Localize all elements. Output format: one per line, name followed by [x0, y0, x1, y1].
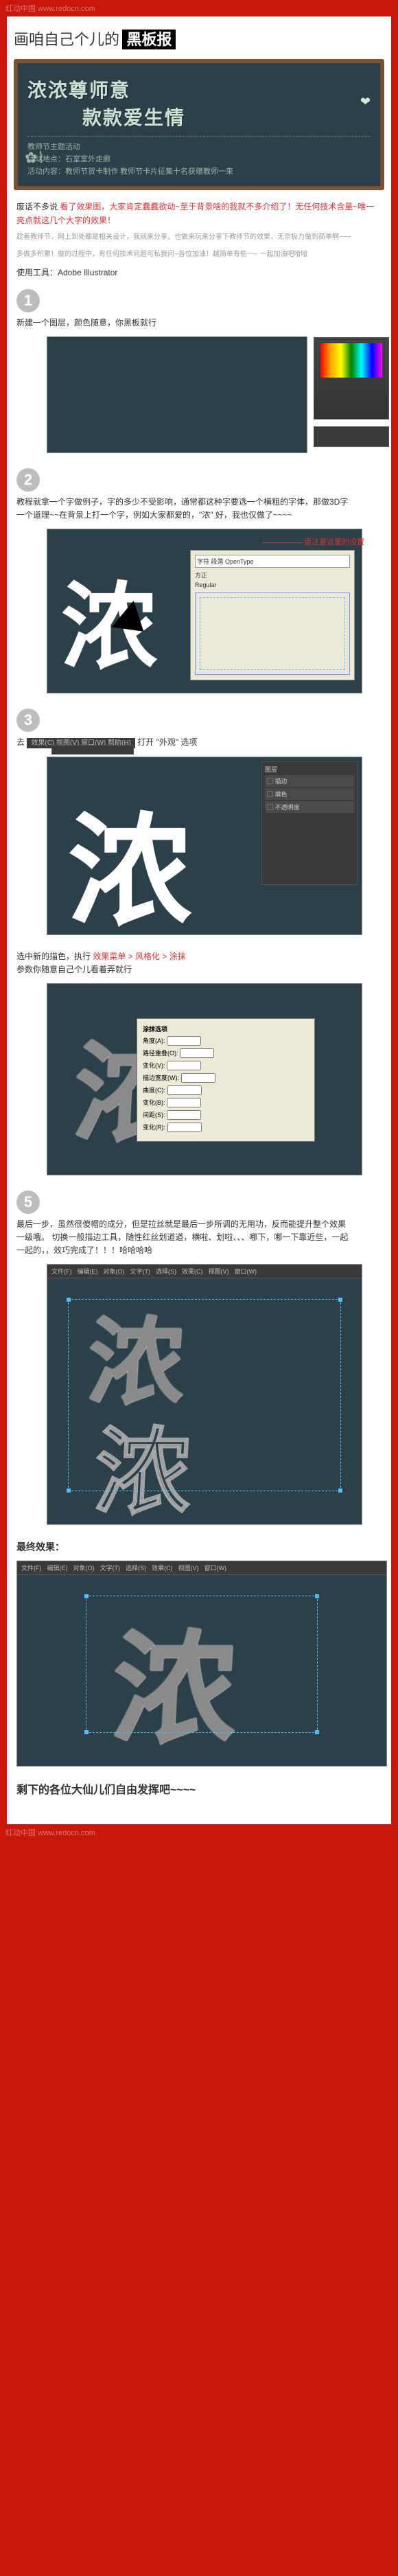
- app-menubar[interactable]: 文件(F)编辑(E)对象(O)文字(T)选择(S)效果(C)视图(V)窗口(W): [17, 1561, 386, 1575]
- intro-tiny2: 多做多积累！做的过程中，有任何技术问题可私我问~各位加油！越简单有些一~ 一起加…: [16, 249, 382, 260]
- big-character-sliced: 浓: [68, 771, 191, 950]
- layer-row[interactable]: ▢ 填色: [265, 788, 354, 800]
- step-number: 2: [16, 468, 40, 492]
- title-black: 黑板报: [122, 30, 176, 49]
- watermark-bottom: 红动中国 www.redocn.com: [0, 1824, 398, 1841]
- layers-title: 图层: [265, 765, 354, 774]
- field-stroke[interactable]: 描边宽度(W):: [143, 1073, 309, 1083]
- step-number: 1: [16, 289, 40, 312]
- intro-body1: 看了效果图，大家肯定蠢蠢欲动~至于背景啥的我就不多介绍了！无任何技术含量~唯一亮…: [16, 202, 374, 225]
- intro-lead: 废话不多说: [16, 202, 60, 211]
- app-menubar[interactable]: 文件(F)编辑(E)对象(O)文字(T)选择(S)效果(C)视图(V)窗口(W): [47, 1265, 362, 1278]
- s4-post: 参数你随意自己个儿看着弄就行: [16, 965, 132, 974]
- layer-row[interactable]: ▢ 描边: [265, 775, 354, 787]
- intro-paragraph: 废话不多说 看了效果图，大家肯定蠢蠢欲动~至于背景啥的我就不多介绍了！无任何技术…: [16, 200, 382, 228]
- step-number: 3: [16, 709, 40, 732]
- step-text: 教程就拿一个字做例子，字的多少不受影响，通常都这种字要选一个横粗的字体，那做3D…: [16, 492, 353, 522]
- screenshot-2: 浓 字符 段落 OpenType 方正 Regular 请注意这里的设置: [47, 529, 362, 693]
- watermark-top: 红动中国 www.redocn.com: [0, 0, 398, 16]
- selection-box: [200, 597, 345, 670]
- step-5: 5 最后一步，虽然很傻帽的成分，但是拉丝就是最后一步所调的无用功，反而能提升整个…: [16, 1191, 382, 1526]
- field-curve[interactable]: 曲度(C):: [143, 1085, 309, 1095]
- s4-path: 效果菜单 > 风格化 > 涂抹: [93, 952, 185, 961]
- step-3: 3 去 效果(C) 视图(V) 窗口(W) 帮助(H) 打开 "外观" 选项 浓…: [16, 709, 382, 934]
- flower-icon: ✿⌇: [25, 149, 45, 167]
- s4-pre: 选中新的描色，执行: [16, 952, 93, 961]
- layers-panel[interactable]: 图层 ▢ 描边 ▢ 填色 ▢ 不透明度: [261, 761, 358, 885]
- dialog-tabs[interactable]: 字符 段落 OpenType: [195, 555, 350, 568]
- selection-box: [68, 1299, 341, 1491]
- screenshot-4: 浓 涂抹选项 角度(A): 路径重叠(O): 变化(V): 描边宽度(W): 曲…: [47, 983, 362, 1175]
- popup-title: 涂抹选项: [143, 1024, 309, 1033]
- screenshot-3: 浓 图层 ▢ 描边 ▢ 填色 ▢ 不透明度: [47, 757, 362, 935]
- selection-box: [86, 1596, 318, 1733]
- ending-text: 剩下的各位大仙儿们自由发挥吧~~~~: [16, 1780, 382, 1797]
- swatch-panel: [314, 426, 389, 447]
- step3-go: 去: [16, 737, 25, 747]
- step-text: 最后一步，虽然很傻帽的成分，但是拉丝就是最后一步所调的无用功，反而能提升整个效果…: [16, 1214, 353, 1258]
- screenshot-5: 文件(F)编辑(E)对象(O)文字(T)选择(S)效果(C)视图(V)窗口(W)…: [47, 1264, 362, 1525]
- board-line2: 款款爱生情: [82, 103, 371, 130]
- final-label: 最终效果：: [16, 1540, 382, 1554]
- screenshot-1: [47, 336, 307, 453]
- scribble-dialog[interactable]: 涂抹选项 角度(A): 路径重叠(O): 变化(V): 描边宽度(W): 曲度(…: [137, 1018, 315, 1142]
- field-var3[interactable]: 变化(R):: [143, 1123, 309, 1132]
- field-var2[interactable]: 变化(B):: [143, 1098, 309, 1107]
- step3-after: 打开 "外观" 选项: [137, 737, 197, 747]
- board-info1: 活动地点：石室室外走廊: [27, 153, 371, 164]
- heart-icon: ❤: [360, 95, 371, 109]
- weight-row[interactable]: Regular: [195, 582, 350, 588]
- step-number: 5: [16, 1191, 40, 1214]
- step-2: 2 教程就拿一个字做例子，字的多少不受影响，通常都这种字要选一个横粗的字体，那做…: [16, 468, 382, 693]
- field-angle[interactable]: 角度(A):: [143, 1036, 309, 1046]
- chalkboard-hero: ✿⌇ ❤ 浓浓尊师意 款款爱生情 教师节主题活动 活动地点：石室室外走廊 活动内…: [14, 59, 384, 190]
- page-container: 画咱自己个儿的 黑板报 ✿⌇ ❤ 浓浓尊师意 款款爱生情 教师节主题活动 活动地…: [7, 16, 391, 1824]
- layer-row[interactable]: ▢ 不透明度: [265, 801, 354, 813]
- mini-panel: [51, 745, 134, 755]
- character-dialog[interactable]: 字符 段落 OpenType 方正 Regular: [190, 550, 355, 680]
- color-panel: [314, 337, 389, 419]
- callout-note: 请注意这里的设置: [261, 536, 364, 547]
- screenshot-final: 文件(F)编辑(E)对象(O)文字(T)选择(S)效果(C)视图(V)窗口(W)…: [16, 1561, 387, 1767]
- tool-label: 使用工具：Adobe Illustrator: [16, 266, 382, 278]
- step-4: 浓 涂抹选项 角度(A): 路径重叠(O): 变化(V): 描边宽度(W): 曲…: [16, 983, 382, 1175]
- field-overlap[interactable]: 路径重叠(O):: [143, 1048, 309, 1058]
- title-lead: 画咱自己个儿的: [14, 31, 119, 48]
- board-info2: 活动内容：教师节贺卡制作 教师节卡片征集十名获赠教师一束: [27, 165, 371, 176]
- board-title: 浓浓尊师意 款款爱生情: [27, 76, 371, 130]
- field-var1[interactable]: 变化(V):: [143, 1061, 309, 1070]
- board-line1: 浓浓尊师意: [27, 80, 130, 101]
- field-spacing[interactable]: 间距(S):: [143, 1110, 309, 1120]
- font-row[interactable]: 方正: [195, 571, 350, 579]
- step-1: 1 新建一个图层，颜色随意，你黑板就行: [16, 289, 382, 453]
- title-bar: 画咱自己个儿的 黑板报: [14, 27, 384, 49]
- step-4-text: 选中新的描色，执行 效果菜单 > 风格化 > 涂抹 参数你随意自己个儿看着弄就行: [16, 950, 382, 976]
- step-text: 新建一个图层，颜色随意，你黑板就行: [16, 312, 353, 330]
- board-sub-title: 教师节主题活动: [27, 141, 371, 152]
- board-subinfo: 教师节主题活动 活动地点：石室室外走廊 活动内容：教师节贺卡制作 教师节卡片征集…: [27, 136, 371, 176]
- intro-tiny1: 趁着教师节，网上到处都是相关设计，我就来分享，也做来玩来分享下教师节的效果，无奈…: [16, 232, 382, 242]
